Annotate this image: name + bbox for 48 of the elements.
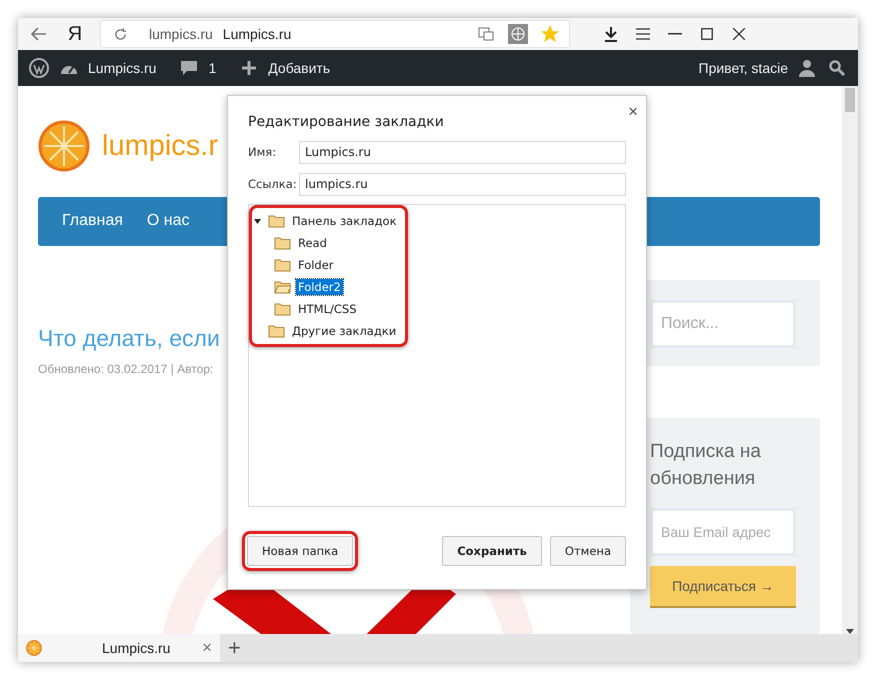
- search-field[interactable]: Поиск...: [650, 300, 796, 348]
- tree-item[interactable]: Folder: [296, 257, 336, 273]
- cancel-button[interactable]: Отмена: [550, 536, 626, 566]
- nav-link[interactable]: О нас: [146, 212, 190, 230]
- wordpress-logo-icon[interactable]: [28, 57, 50, 79]
- subscribe-heading: Подписка на обновления: [650, 440, 762, 491]
- tree-item[interactable]: Read: [296, 235, 329, 251]
- browser-logo[interactable]: Я: [60, 22, 90, 46]
- comment-count[interactable]: 1: [208, 60, 216, 76]
- tab-close-button[interactable]: ×: [202, 638, 212, 658]
- tree-item[interactable]: HTML/CSS: [296, 301, 359, 317]
- folder-icon: [268, 214, 285, 228]
- nav-link[interactable]: Главная: [62, 212, 123, 230]
- tree-item[interactable]: Другие закладки: [290, 323, 398, 339]
- address-bar[interactable]: lumpics.ru Lumpics.ru: [100, 20, 570, 48]
- folder-icon: [274, 236, 291, 250]
- globe-icon[interactable]: [507, 23, 529, 45]
- tree-item[interactable]: Folder2: [296, 279, 343, 295]
- subscribe-button[interactable]: Подписаться →: [650, 566, 796, 606]
- new-tab-button[interactable]: +: [228, 635, 241, 661]
- citrus-logo-icon: [38, 120, 90, 172]
- text-field[interactable]: Lumpics.ru: [299, 140, 626, 164]
- field-label: Ссылка:: [248, 177, 293, 191]
- text-field[interactable]: lumpics.ru: [299, 172, 626, 196]
- tree-item[interactable]: Панель закладок: [290, 213, 399, 229]
- post-meta: Обновлено: 03.02.2017 | Автор:: [38, 362, 214, 376]
- email-field[interactable]: Ваш Email адрес: [650, 508, 796, 556]
- close-button[interactable]: ×: [628, 102, 638, 122]
- scrollbar-thumb[interactable]: [845, 88, 855, 112]
- open-folder-icon: [274, 280, 291, 294]
- greeting-text[interactable]: Привет, stacie: [698, 60, 788, 76]
- save-button[interactable]: Сохранить: [442, 536, 542, 566]
- favicon-icon: [26, 640, 42, 656]
- folder-icon: [274, 302, 291, 316]
- field-label: Имя:: [248, 145, 278, 159]
- address-domain: lumpics.ru: [149, 26, 213, 42]
- folder-icon: [268, 324, 285, 338]
- dialog-title: Редактирование закладки: [248, 114, 445, 130]
- scrollbar[interactable]: [842, 86, 858, 634]
- site-link[interactable]: Lumpics.ru: [88, 60, 156, 76]
- browser-tab[interactable]: Lumpics.ru ×: [18, 634, 220, 662]
- folder-icon: [274, 258, 291, 272]
- user-icon[interactable]: [796, 57, 818, 79]
- page-title: Lumpics.ru: [222, 26, 292, 42]
- new-folder-button[interactable]: Новая папка: [247, 536, 354, 566]
- add-new-link[interactable]: Добавить: [268, 60, 330, 76]
- tab-title: Lumpics.ru: [101, 640, 172, 656]
- expand-arrow-icon[interactable]: [254, 218, 261, 224]
